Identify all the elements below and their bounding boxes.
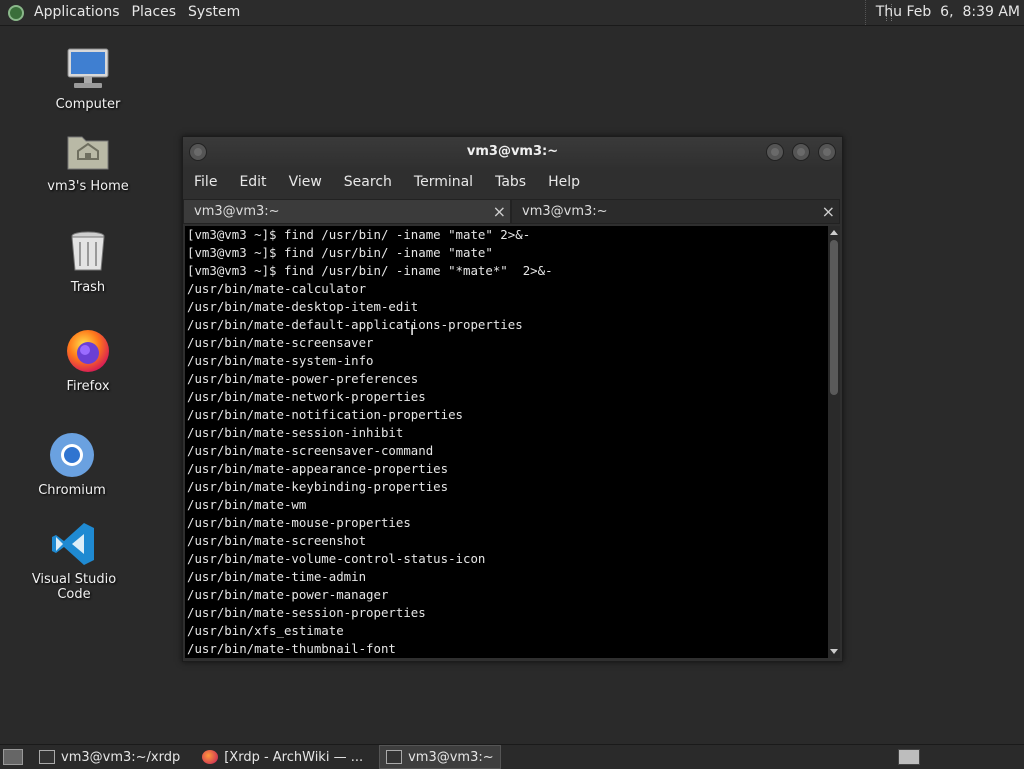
terminal-line: /usr/bin/mate-session-properties (187, 605, 426, 620)
taskbar-item-label: vm3@vm3:~ (408, 749, 494, 765)
minimize-button[interactable] (766, 143, 784, 161)
scroll-up-icon[interactable] (830, 230, 838, 235)
desktop-icon-label: Visual Studio Code (31, 572, 117, 602)
maximize-button[interactable] (792, 143, 810, 161)
terminal-menubar: File Edit View Search Terminal Tabs Help (183, 167, 842, 197)
chromium-icon (48, 431, 96, 479)
tab-2[interactable]: vm3@vm3:~ × (511, 199, 840, 224)
terminal-window: vm3@vm3:~ File Edit View Search Terminal… (182, 136, 843, 662)
terminal-line: /usr/bin/xfs_estimate (187, 623, 344, 638)
taskbar-item[interactable]: [Xrdp - ArchWiki — ... (196, 746, 369, 768)
window-titlebar[interactable]: vm3@vm3:~ (183, 137, 842, 167)
terminal-line: /usr/bin/mate-screensaver (187, 335, 374, 350)
desktop-icon-computer[interactable]: Computer (28, 45, 148, 112)
terminal-line: /usr/bin/mate-notification-properties (187, 407, 464, 422)
tab-label: vm3@vm3:~ (522, 204, 608, 219)
terminal-line: /usr/bin/mate-screensaver-command (187, 443, 434, 458)
desktop-icon-label: vm3's Home (47, 179, 129, 194)
window-menu-button[interactable] (189, 143, 207, 161)
terminal-line: [vm3@vm3 ~]$ find /usr/bin/ -iname "mate… (187, 245, 493, 260)
terminal-line: /usr/bin/mate-system-info (187, 353, 374, 368)
terminal-line: /usr/bin/mate-session-inhibit (187, 425, 404, 440)
bottom-panel: vm3@vm3:~/xrdp [Xrdp - ArchWiki — ... vm… (0, 744, 1024, 769)
taskbar-item-label: vm3@vm3:~/xrdp (61, 749, 181, 765)
desktop-icon-label: Chromium (38, 483, 106, 498)
desktop-icon-label: Computer (55, 97, 121, 112)
clock[interactable]: Thu Feb 6, 8:39 AM (864, 0, 1024, 25)
menu-terminal[interactable]: Terminal (403, 167, 484, 197)
terminal-line: /usr/bin/mate-power-preferences (187, 371, 419, 386)
tab-1[interactable]: vm3@vm3:~ × (183, 199, 511, 224)
top-panel: Applications Places System Thu Feb 6, 8:… (0, 0, 1024, 26)
terminal-line: [vm3@vm3 ~]$ find /usr/bin/ -iname "mate… (187, 227, 531, 242)
firefox-icon (64, 327, 112, 375)
taskbar-item[interactable]: vm3@vm3:~/xrdp (33, 746, 186, 768)
desktop-icon-label: Trash (70, 280, 106, 295)
desktop-icon-trash[interactable]: Trash (28, 228, 148, 295)
text-cursor-icon: I (410, 323, 414, 339)
scroll-down-icon[interactable] (830, 649, 838, 654)
panel-menu: Applications Places System (28, 0, 246, 25)
tab-close-icon[interactable]: × (822, 200, 835, 223)
terminal-line: /usr/bin/mate-screenshot (187, 533, 367, 548)
terminal-line: /usr/bin/mate-thumbnail-font (187, 641, 396, 656)
terminal-line: /usr/bin/mate-keybinding-properties (187, 479, 449, 494)
menu-view[interactable]: View (278, 167, 333, 197)
applications-menu[interactable]: Applications (28, 0, 126, 25)
menu-edit[interactable]: Edit (228, 167, 277, 197)
scrollbar-thumb[interactable] (830, 240, 838, 395)
system-menu[interactable]: System (182, 0, 246, 25)
terminal-scrollbar[interactable] (828, 226, 840, 658)
taskbar-item-label: [Xrdp - ArchWiki — ... (224, 749, 364, 765)
menu-file[interactable]: File (183, 167, 228, 197)
terminal-icon (39, 750, 55, 764)
mate-logo-icon[interactable] (8, 4, 24, 21)
tab-label: vm3@vm3:~ (194, 204, 280, 219)
desktop-icon-home[interactable]: vm3's Home (28, 127, 148, 194)
terminal-line: /usr/bin/mate-mouse-properties (187, 515, 411, 530)
desktop-icon-chromium[interactable]: Chromium (12, 431, 132, 498)
terminal-line: /usr/bin/mate-power-manager (187, 587, 389, 602)
terminal-line: /usr/bin/mate-calculator (187, 281, 367, 296)
terminal-line: /usr/bin/mate-default-applications-prope… (187, 317, 523, 332)
show-desktop-icon[interactable] (3, 749, 23, 765)
computer-icon (64, 45, 112, 93)
desktop-icon-vscode[interactable]: Visual Studio Code (14, 520, 134, 602)
close-button[interactable] (818, 143, 836, 161)
terminal-line: /usr/bin/mate-appearance-properties (187, 461, 449, 476)
workspace-switcher[interactable] (898, 749, 920, 765)
desktop-icon-firefox[interactable]: Firefox (28, 327, 148, 394)
terminal-output[interactable]: [vm3@vm3 ~]$ find /usr/bin/ -iname "mate… (185, 226, 828, 658)
terminal-line: /usr/bin/mate-network-properties (187, 389, 426, 404)
terminal-line: /usr/bin/mate-time-admin (187, 569, 367, 584)
vscode-icon (50, 520, 98, 568)
window-title: vm3@vm3:~ (466, 144, 559, 159)
terminal-line: [vm3@vm3 ~]$ find /usr/bin/ -iname "*mat… (187, 263, 553, 278)
menu-help[interactable]: Help (537, 167, 591, 197)
firefox-icon (202, 750, 219, 764)
home-folder-icon (64, 127, 112, 175)
terminal-tabs: vm3@vm3:~ × vm3@vm3:~ × (183, 199, 842, 224)
menu-tabs[interactable]: Tabs (484, 167, 537, 197)
desktop-icon-label: Firefox (66, 379, 110, 394)
menu-search[interactable]: Search (333, 167, 403, 197)
tab-close-icon[interactable]: × (493, 200, 506, 223)
terminal-icon (386, 750, 403, 764)
terminal-line: /usr/bin/mate-wm (187, 497, 307, 512)
terminal-line: /usr/bin/mate-volume-control-status-icon (187, 551, 486, 566)
trash-icon (64, 228, 112, 276)
places-menu[interactable]: Places (126, 0, 183, 25)
taskbar-item[interactable]: vm3@vm3:~ (379, 745, 501, 769)
terminal-line: /usr/bin/mate-desktop-item-edit (187, 299, 419, 314)
